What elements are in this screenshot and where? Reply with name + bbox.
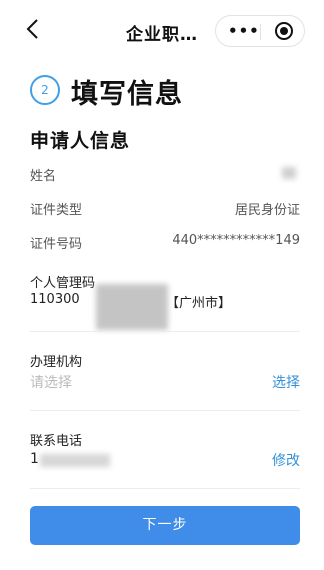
mgmt-code-redacted	[96, 284, 168, 330]
name-value-redacted	[282, 167, 296, 179]
agency-select-link[interactable]: 选择	[272, 372, 300, 392]
phone-label: 联系电话	[30, 434, 83, 449]
mgmt-code-label: 个人管理码	[30, 276, 96, 291]
phone-edit-link[interactable]: 修改	[272, 450, 300, 470]
step-number-badge: 2	[30, 75, 60, 105]
divider	[30, 410, 300, 411]
next-step-button[interactable]: 下一步	[30, 506, 300, 545]
more-icon[interactable]: •••	[228, 22, 260, 40]
divider	[30, 331, 300, 332]
mini-program-capsule: •••	[215, 15, 305, 47]
mgmt-code-suffix: 【广州市】	[166, 296, 232, 311]
id-type-label: 证件类型	[30, 203, 83, 218]
close-target-icon[interactable]	[275, 22, 293, 40]
agency-select[interactable]: 请选择	[30, 372, 72, 392]
divider	[30, 488, 300, 489]
step-title: 填写信息	[71, 79, 183, 110]
phone-value-redacted	[40, 454, 110, 467]
section-title: 申请人信息	[30, 130, 131, 152]
phone-prefix: 1	[30, 451, 39, 467]
id-number-label: 证件号码	[30, 237, 83, 252]
capsule-divider	[260, 24, 261, 40]
agency-label: 办理机构	[30, 355, 83, 370]
name-label: 姓名	[30, 169, 57, 184]
mgmt-code-prefix: 110300	[30, 292, 80, 307]
id-number-value: 440************149	[172, 233, 300, 248]
id-type-value: 居民身份证	[234, 203, 300, 218]
